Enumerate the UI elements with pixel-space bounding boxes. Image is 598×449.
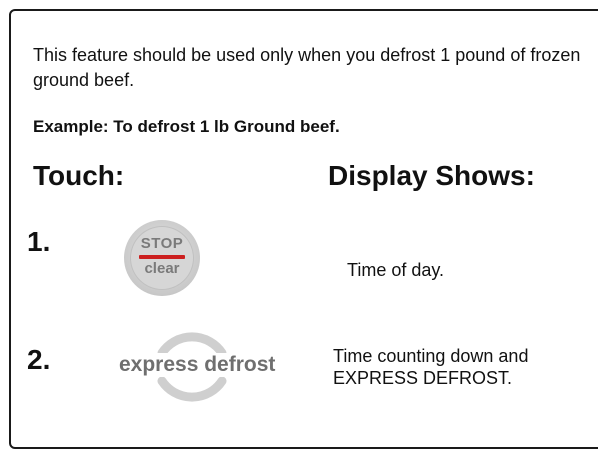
intro-paragraph: This feature should be used only when yo… [33,45,581,90]
step-2-display-line-1: Time counting down and [333,346,529,366]
display-column-header: Display Shows: [328,160,535,191]
touch-column-header: Touch: [33,160,125,191]
step-2-display-line-2: EXPRESS DEFROST. [333,368,513,388]
clear-label: clear [144,260,180,277]
step-1-display-text: Time of day. [347,260,445,280]
express-defrost-label: express defrost [117,353,276,377]
express-defrost-button-icon: express defrost [117,329,275,405]
step-number-1: 1. [27,226,51,257]
stop-label: STOP [140,235,184,252]
example-heading: Example: To defrost 1 lb Ground beef. [33,117,340,136]
step-2-display-text: Time counting down and EXPRESS DEFROST. [333,345,528,389]
stop-clear-button-icon: STOP clear [124,220,200,296]
stop-red-bar [139,255,185,259]
step-number-2: 2. [27,344,51,375]
